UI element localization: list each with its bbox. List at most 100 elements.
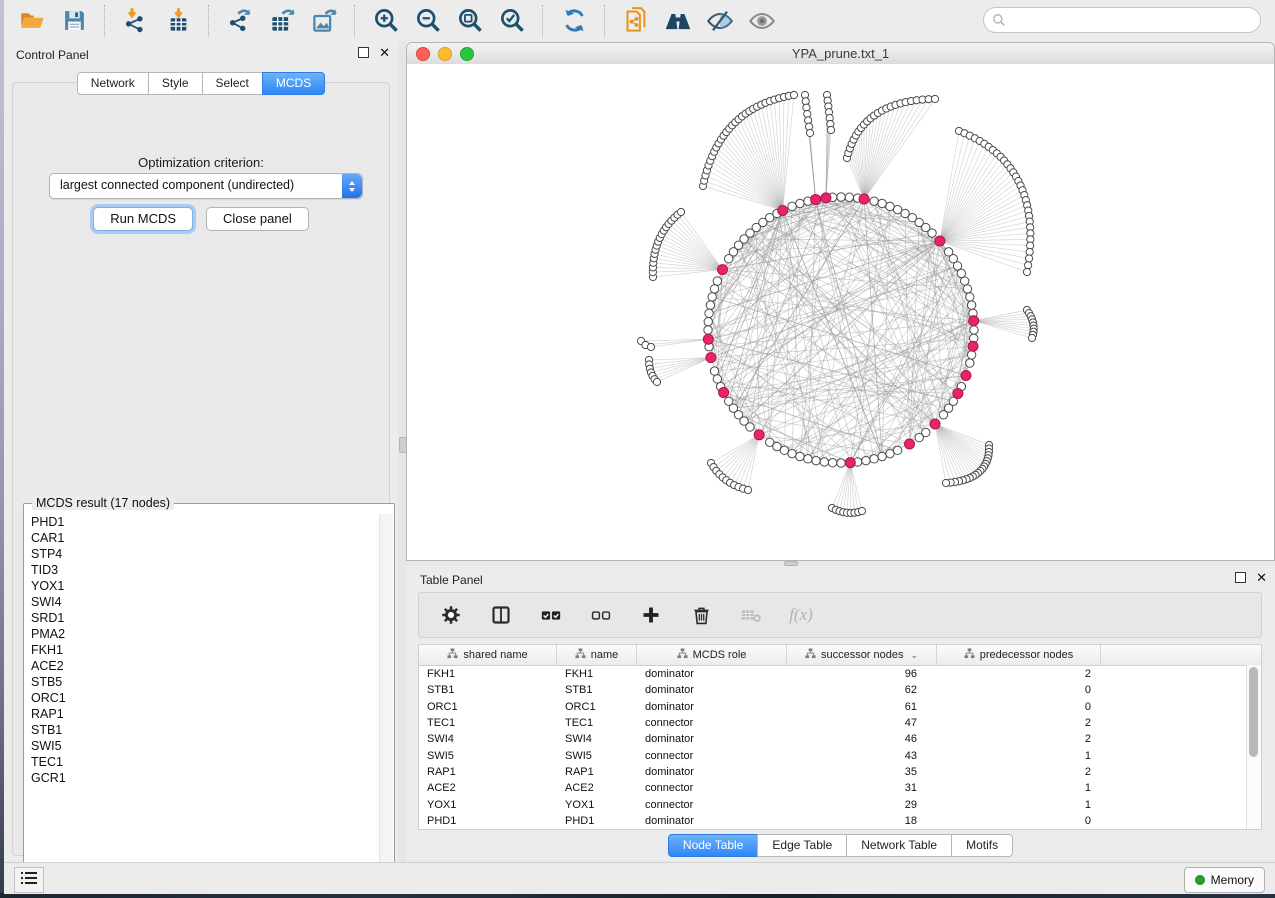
table-row[interactable]: TEC1TEC1connector472: [419, 715, 1261, 731]
memory-button[interactable]: Memory: [1184, 867, 1265, 893]
search-input[interactable]: [983, 7, 1261, 33]
import-network-button[interactable]: [118, 4, 154, 38]
mcds-result-item[interactable]: RAP1: [25, 706, 379, 722]
table-row[interactable]: FKH1FKH1dominator962: [419, 666, 1261, 682]
sort-descending-icon: ⌄: [911, 650, 919, 661]
tab-mcds[interactable]: MCDS: [262, 72, 325, 95]
mcds-result-item[interactable]: ACE2: [25, 658, 379, 674]
toolbar-separator: [604, 5, 606, 37]
mcds-result-item[interactable]: CAR1: [25, 530, 379, 546]
table-cell: 2: [937, 668, 1101, 680]
table-settings-button[interactable]: [437, 600, 465, 630]
tab-motifs[interactable]: Motifs: [951, 834, 1013, 857]
table-cell: connector: [637, 799, 787, 811]
close-panel-icon[interactable]: ✕: [1256, 572, 1267, 583]
export-table-button[interactable]: [264, 4, 300, 38]
column-header-mcds-role[interactable]: MCDS role: [637, 645, 787, 665]
show-all-button[interactable]: [744, 4, 780, 38]
run-mcds-button[interactable]: Run MCDS: [93, 207, 193, 231]
mcds-result-item[interactable]: FKH1: [25, 642, 379, 658]
table-scrollbar[interactable]: [1246, 665, 1261, 830]
tab-style[interactable]: Style: [148, 72, 203, 95]
table-cell: dominator: [637, 684, 787, 696]
tab-network[interactable]: Network: [77, 72, 149, 95]
table-row[interactable]: ACE2ACE2connector311: [419, 780, 1261, 796]
table-row[interactable]: SWI4SWI4dominator462: [419, 731, 1261, 747]
select-all-button[interactable]: [537, 600, 565, 630]
column-type-icon: [805, 648, 816, 662]
column-header-successor-nodes[interactable]: successor nodes ⌄: [787, 645, 937, 665]
table-row[interactable]: SWI5SWI5connector431: [419, 747, 1261, 763]
mcds-result-item[interactable]: PMA2: [25, 626, 379, 642]
eye-slash-icon: [706, 7, 734, 35]
table-cell: 0: [937, 815, 1101, 827]
mcds-result-item[interactable]: ORC1: [25, 690, 379, 706]
mcds-result-item[interactable]: PHD1: [25, 514, 379, 530]
table-cell: 1: [937, 782, 1101, 794]
table-cell: ACE2: [419, 782, 557, 794]
open-file-button[interactable]: [14, 4, 50, 38]
table-row[interactable]: PHD1PHD1dominator180: [419, 813, 1261, 829]
trash-icon: [692, 606, 711, 625]
vertical-splitter[interactable]: [398, 41, 406, 862]
mcds-result-item[interactable]: STB5: [25, 674, 379, 690]
table-row[interactable]: STB1STB1dominator620: [419, 682, 1261, 698]
zoom-fit-button[interactable]: [452, 4, 488, 38]
export-network-button[interactable]: [222, 4, 258, 38]
add-column-button[interactable]: [637, 600, 665, 630]
float-panel-icon[interactable]: [358, 47, 369, 58]
import-table-button[interactable]: [160, 4, 196, 38]
mcds-list-scrollbar[interactable]: [379, 514, 393, 872]
table-cell: 0: [937, 684, 1101, 696]
mcds-result-item[interactable]: SWI5: [25, 738, 379, 754]
table-cell: 31: [787, 782, 937, 794]
clone-network-button[interactable]: [618, 4, 654, 38]
unchecked-boxes-icon: [590, 604, 612, 626]
mcds-result-item[interactable]: STP4: [25, 546, 379, 562]
column-label: shared name: [463, 649, 527, 661]
toolbar-separator: [208, 5, 210, 37]
table-row[interactable]: ORC1ORC1dominator610: [419, 699, 1261, 715]
tab-select[interactable]: Select: [202, 72, 263, 95]
table-panel: Table Panel ✕: [406, 566, 1275, 862]
column-header-shared-name[interactable]: shared name: [419, 645, 557, 665]
tab-network-table[interactable]: Network Table: [846, 834, 952, 857]
tab-edge-table[interactable]: Edge Table: [757, 834, 847, 857]
zoom-in-button[interactable]: [368, 4, 404, 38]
column-header-predecessor-nodes[interactable]: predecessor nodes: [937, 645, 1101, 665]
deselect-all-button[interactable]: [587, 600, 615, 630]
export-image-button[interactable]: [306, 4, 342, 38]
mcds-result-item[interactable]: STB1: [25, 722, 379, 738]
refresh-button[interactable]: [556, 4, 592, 38]
gear-icon: [441, 605, 461, 625]
hide-selected-button[interactable]: [702, 4, 738, 38]
export-table-icon: [269, 7, 296, 34]
zoom-selected-button[interactable]: [494, 4, 530, 38]
tab-node-table[interactable]: Node Table: [668, 834, 759, 857]
mcds-result-item[interactable]: SWI4: [25, 594, 379, 610]
mcds-result-item[interactable]: TEC1: [25, 754, 379, 770]
binoculars-button[interactable]: [660, 4, 696, 38]
criterion-dropdown[interactable]: largest connected component (undirected): [49, 173, 363, 199]
export-network-icon: [227, 7, 254, 34]
mcds-result-item[interactable]: TID3: [25, 562, 379, 578]
save-session-button[interactable]: [56, 4, 92, 38]
mcds-result-item[interactable]: SRD1: [25, 610, 379, 626]
delete-column-button[interactable]: [687, 600, 715, 630]
float-panel-icon[interactable]: [1235, 572, 1246, 583]
close-panel-button[interactable]: Close panel: [206, 207, 309, 231]
mcds-result-item[interactable]: GCR1: [25, 770, 379, 786]
show-columns-button[interactable]: [487, 600, 515, 630]
zoom-out-button[interactable]: [410, 4, 446, 38]
table-row[interactable]: RAP1RAP1dominator352: [419, 764, 1261, 780]
column-header-name[interactable]: name: [557, 645, 637, 665]
network-canvas[interactable]: [407, 64, 1274, 560]
zoom-fit-icon: [457, 7, 484, 34]
dropdown-stepper-icon: [342, 174, 362, 198]
scrollbar-thumb[interactable]: [1249, 667, 1258, 757]
close-panel-icon[interactable]: ✕: [379, 47, 390, 58]
eye-icon: [748, 7, 776, 35]
task-history-button[interactable]: [14, 867, 44, 893]
table-row[interactable]: YOX1YOX1connector291: [419, 796, 1261, 812]
mcds-result-item[interactable]: YOX1: [25, 578, 379, 594]
